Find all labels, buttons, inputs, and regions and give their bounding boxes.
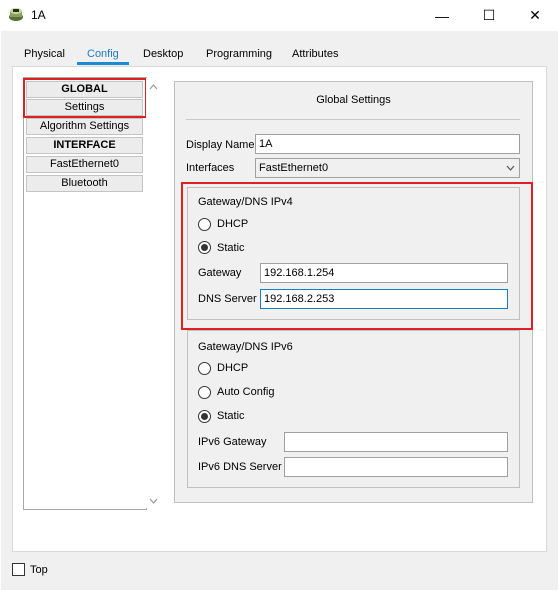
sidebar-item-algorithm-settings[interactable]: Algorithm Settings (26, 118, 143, 135)
scroll-up-button[interactable] (146, 79, 161, 94)
panel-title: Global Settings (316, 94, 391, 106)
tab-attributes[interactable]: Attributes (290, 47, 340, 65)
minimize-icon: — (435, 7, 449, 24)
ipv6-static-label: Static (217, 410, 245, 422)
interfaces-label: Interfaces (186, 162, 235, 174)
top-label: Top (30, 564, 48, 576)
maximize-icon: ☐ (482, 7, 496, 23)
tab-programming[interactable]: Programming (204, 47, 274, 65)
display-name-label: Display Name (186, 139, 255, 151)
ipv6-gateway-label: IPv6 Gateway (198, 436, 267, 448)
divider (186, 119, 520, 120)
maximize-button[interactable]: ☐ (466, 0, 512, 31)
ipv6-static-radio[interactable] (198, 410, 211, 423)
ipv6-gateway-input[interactable] (284, 432, 508, 452)
highlight-box-ipv4 (181, 182, 533, 330)
interfaces-selected: FastEthernet0 (259, 162, 329, 174)
active-tab-indicator (77, 62, 129, 65)
ipv6-auto-config-label: Auto Config (217, 386, 275, 398)
ipv6-auto-config-radio[interactable] (198, 386, 211, 399)
chevron-down-icon (149, 498, 158, 504)
sidebar-item-fastethernet0[interactable]: FastEthernet0 (26, 156, 143, 173)
window-title: 1A (31, 8, 46, 22)
highlight-box-global (23, 78, 147, 118)
chevron-down-icon (506, 165, 515, 171)
ipv6-dhcp-radio[interactable] (198, 362, 211, 375)
tab-desktop[interactable]: Desktop (141, 47, 185, 65)
ipv6-dns-input[interactable] (284, 457, 508, 477)
minimize-button[interactable]: — (419, 0, 465, 31)
close-icon: ✕ (529, 7, 541, 23)
interfaces-dropdown[interactable]: FastEthernet0 (255, 158, 520, 178)
ipv6-dhcp-label: DHCP (217, 362, 249, 374)
sidebar-scrollbar[interactable] (146, 78, 161, 508)
ipv6-dns-label: IPv6 DNS Server (198, 461, 282, 473)
top-checkbox[interactable] (12, 563, 25, 576)
tab-physical[interactable]: Physical (22, 47, 67, 65)
scroll-down-button[interactable] (146, 493, 161, 508)
display-name-input[interactable]: 1A (255, 134, 520, 154)
app-icon (9, 8, 23, 21)
chevron-up-icon (149, 83, 158, 89)
radio-selected-dot (201, 413, 208, 420)
ipv6-title: Gateway/DNS IPv6 (198, 341, 293, 353)
sidebar-item-interface[interactable]: INTERFACE (26, 137, 143, 154)
close-button[interactable]: ✕ (512, 0, 558, 31)
sidebar-item-bluetooth[interactable]: Bluetooth (26, 175, 143, 192)
